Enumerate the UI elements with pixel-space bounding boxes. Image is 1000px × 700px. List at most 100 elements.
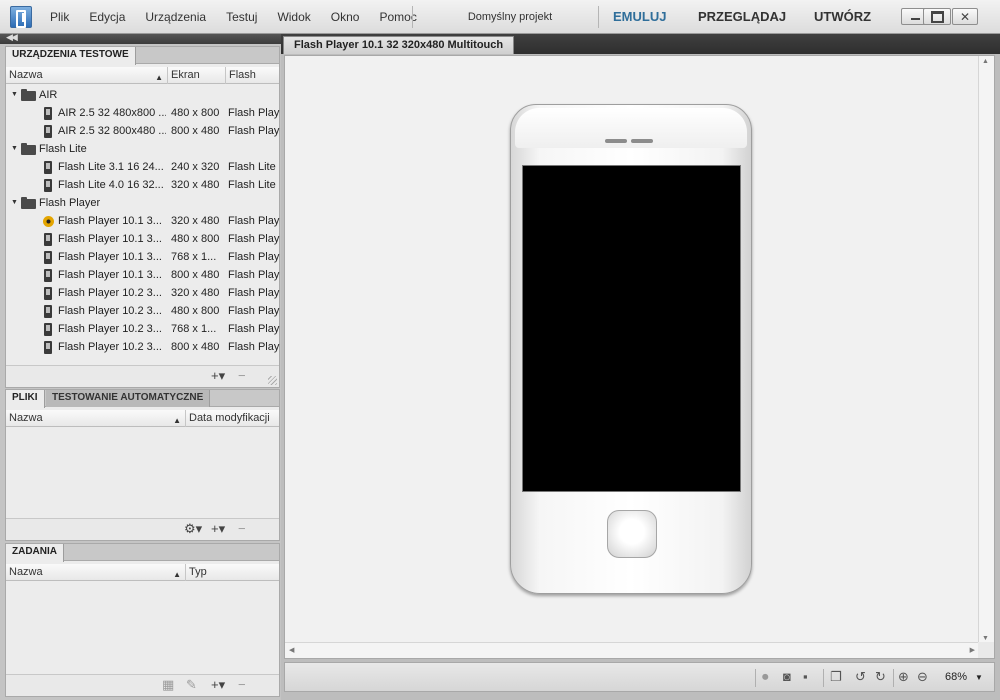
collapse-panels-bar[interactable]: ◀◀	[0, 32, 281, 44]
expand-arrow-icon[interactable]: ▼	[11, 140, 18, 158]
device-row[interactable]: Flash Player 10.1 3... 768 x 1... Flash Pl…	[6, 248, 279, 266]
group-row[interactable]: ▼ Flash Player	[6, 194, 279, 212]
speaker-right-icon	[631, 139, 653, 143]
status-bar: ⏺ ◙ ▪ ❐ ↺ ↻ ⊕ ⊖ 68% ▼	[284, 662, 995, 692]
zoom-in-icon[interactable]: ⊕	[898, 670, 909, 684]
menu-plik[interactable]: Plik	[40, 0, 79, 34]
menu-widok[interactable]: Widok	[267, 0, 320, 34]
menu-testuj[interactable]: Testuj	[216, 0, 267, 34]
menu-bar: Plik Edycja Urządzenia Testuj Widok Okno…	[40, 0, 427, 34]
devices-panel-footer: +▾ −	[6, 365, 279, 387]
run-task-icon[interactable]: ▦	[162, 678, 174, 692]
device-row[interactable]: Flash Lite 4.0 16 32... 320 x 480 Flash Li…	[6, 176, 279, 194]
home-button[interactable]	[607, 510, 657, 558]
speaker-left-icon	[605, 139, 627, 143]
add-file-button[interactable]: +▾	[211, 522, 225, 536]
edit-task-icon[interactable]: ✎	[186, 678, 197, 692]
column-nazwa[interactable]: Nazwa ▲	[6, 564, 186, 581]
device-row[interactable]: Flash Player 10.1 3... 480 x 800 Flash Pla…	[6, 230, 279, 248]
workspace-emuluj[interactable]: EMULUJ	[613, 0, 666, 34]
device-icon	[44, 287, 52, 300]
column-data-modyfikacji[interactable]: Data modyfikacji	[186, 410, 281, 427]
remove-device-button[interactable]: −	[238, 369, 246, 383]
tab-zadania[interactable]: ZADANIA	[6, 544, 64, 562]
device-row[interactable]: AIR 2.5 32 480x800 ... 480 x 800 Flash Pla…	[6, 104, 279, 122]
device-row[interactable]: Flash Player 10.2 3... 480 x 800 Flash Pla…	[6, 302, 279, 320]
horizontal-scrollbar[interactable]	[285, 642, 979, 658]
device-row-selected[interactable]: Flash Player 10.1 3... 320 x 480 Flash Pla…	[6, 212, 279, 230]
menu-urzadzenia[interactable]: Urządzenia	[135, 0, 216, 34]
zoom-dropdown-icon[interactable]: ▼	[975, 673, 983, 682]
expand-arrow-icon[interactable]: ▼	[11, 194, 18, 212]
record-video-icon[interactable]: ⏺	[762, 670, 769, 684]
device-row[interactable]: AIR 2.5 32 800x480 ... 800 x 480 Flash Pla…	[6, 122, 279, 140]
device-icon	[44, 233, 52, 246]
status-divider	[893, 669, 894, 687]
column-nazwa[interactable]: Nazwa ▲	[6, 410, 186, 427]
status-divider	[823, 669, 824, 687]
device-row[interactable]: Flash Player 10.2 3... 800 x 480 Flash Pla…	[6, 338, 279, 356]
zoom-out-icon[interactable]: ⊖	[917, 670, 928, 684]
copy-icon[interactable]: ❐	[830, 670, 842, 684]
device-screen[interactable]	[522, 165, 741, 492]
device-icon	[44, 161, 52, 174]
device-row[interactable]: Flash Player 10.2 3... 320 x 480 Flash Pla…	[6, 284, 279, 302]
close-button[interactable]	[952, 8, 978, 25]
devices-tree: ▼ AIR AIR 2.5 32 480x800 ... 480 x 800 Flas…	[6, 86, 279, 356]
files-panel: PLIKI TESTOWANIE AUTOMATYCZNE Nazwa ▲ Dat…	[5, 389, 280, 541]
devices-column-header: Nazwa ▲ Ekran Flash	[6, 67, 279, 84]
device-skin	[510, 104, 752, 594]
menu-pomoc[interactable]: Pomoc	[369, 0, 426, 34]
workspace-utworz[interactable]: UTWÓRZ	[814, 0, 871, 34]
project-selector[interactable]: Domyślny projekt	[420, 0, 600, 34]
group-row[interactable]: ▼ Flash Lite	[6, 140, 279, 158]
device-icon	[44, 305, 52, 318]
add-device-button[interactable]: +▾	[211, 369, 225, 383]
emulator-viewport	[284, 55, 995, 659]
column-nazwa[interactable]: Nazwa ▲	[6, 67, 168, 84]
files-tabbar: PLIKI TESTOWANIE AUTOMATYCZNE	[6, 390, 279, 408]
zoom-level[interactable]: 68%	[945, 671, 967, 683]
menu-okno[interactable]: Okno	[321, 0, 370, 34]
emulator-area: Flash Player 10.1 32 320x480 Multitouch …	[281, 34, 1000, 700]
camera-icon[interactable]: ◙	[783, 670, 791, 684]
tasks-panel: ZADANIA Nazwa ▲ Typ ▦ ✎ +▾ −	[5, 543, 280, 697]
devices-tabbar: URZĄDZENIA TESTOWE	[6, 47, 279, 65]
tasks-column-header: Nazwa ▲ Typ	[6, 564, 279, 581]
collapse-icon[interactable]: ◀◀	[6, 32, 18, 43]
workspace-przegladaj[interactable]: PRZEGLĄDAJ	[698, 0, 786, 34]
resize-grip[interactable]	[268, 376, 277, 385]
document-tab[interactable]: Flash Player 10.1 32 320x480 Multitouch	[283, 36, 515, 54]
folder-icon	[21, 89, 36, 101]
sort-asc-icon: ▲	[173, 416, 181, 425]
add-task-button[interactable]: +▾	[211, 678, 225, 692]
device-row[interactable]: Flash Player 10.1 3... 800 x 480 Flash Pla…	[6, 266, 279, 284]
device-icon	[44, 179, 52, 192]
status-divider	[755, 669, 756, 687]
tab-testowanie-automatyczne[interactable]: TESTOWANIE AUTOMATYCZNE	[46, 390, 211, 407]
column-typ[interactable]: Typ	[186, 564, 281, 581]
rotate-right-icon[interactable]: ↻	[875, 670, 886, 684]
active-device-icon	[43, 216, 54, 227]
group-row[interactable]: ▼ AIR	[6, 86, 279, 104]
device-row[interactable]: Flash Lite 3.1 16 24... 240 x 320 Flash Li…	[6, 158, 279, 176]
tab-pliki[interactable]: PLIKI	[6, 390, 45, 408]
expand-arrow-icon[interactable]: ▼	[11, 86, 18, 104]
remove-task-button[interactable]: −	[238, 678, 246, 692]
menu-edycja[interactable]: Edycja	[79, 0, 135, 34]
tab-urzadzenia-testowe[interactable]: URZĄDZENIA TESTOWE	[6, 47, 136, 65]
scroll-corner	[978, 642, 994, 658]
gear-menu-button[interactable]: ⚙▾	[184, 522, 202, 536]
save-icon[interactable]: ▪	[803, 670, 808, 684]
column-flash[interactable]: Flash	[226, 67, 281, 84]
devices-panel: URZĄDZENIA TESTOWE Nazwa ▲ Ekran Flash ▼ A…	[5, 46, 280, 388]
maximize-button[interactable]	[923, 8, 951, 25]
column-ekran[interactable]: Ekran	[168, 67, 226, 84]
rotate-left-icon[interactable]: ↺	[855, 670, 866, 684]
remove-file-button[interactable]: −	[238, 522, 246, 536]
device-row[interactable]: Flash Player 10.2 3... 768 x 1... Flash Pl…	[6, 320, 279, 338]
workspace-divider	[598, 6, 599, 28]
device-icon	[44, 125, 52, 138]
vertical-scrollbar[interactable]	[978, 56, 994, 644]
app-logo-icon[interactable]	[10, 6, 32, 28]
